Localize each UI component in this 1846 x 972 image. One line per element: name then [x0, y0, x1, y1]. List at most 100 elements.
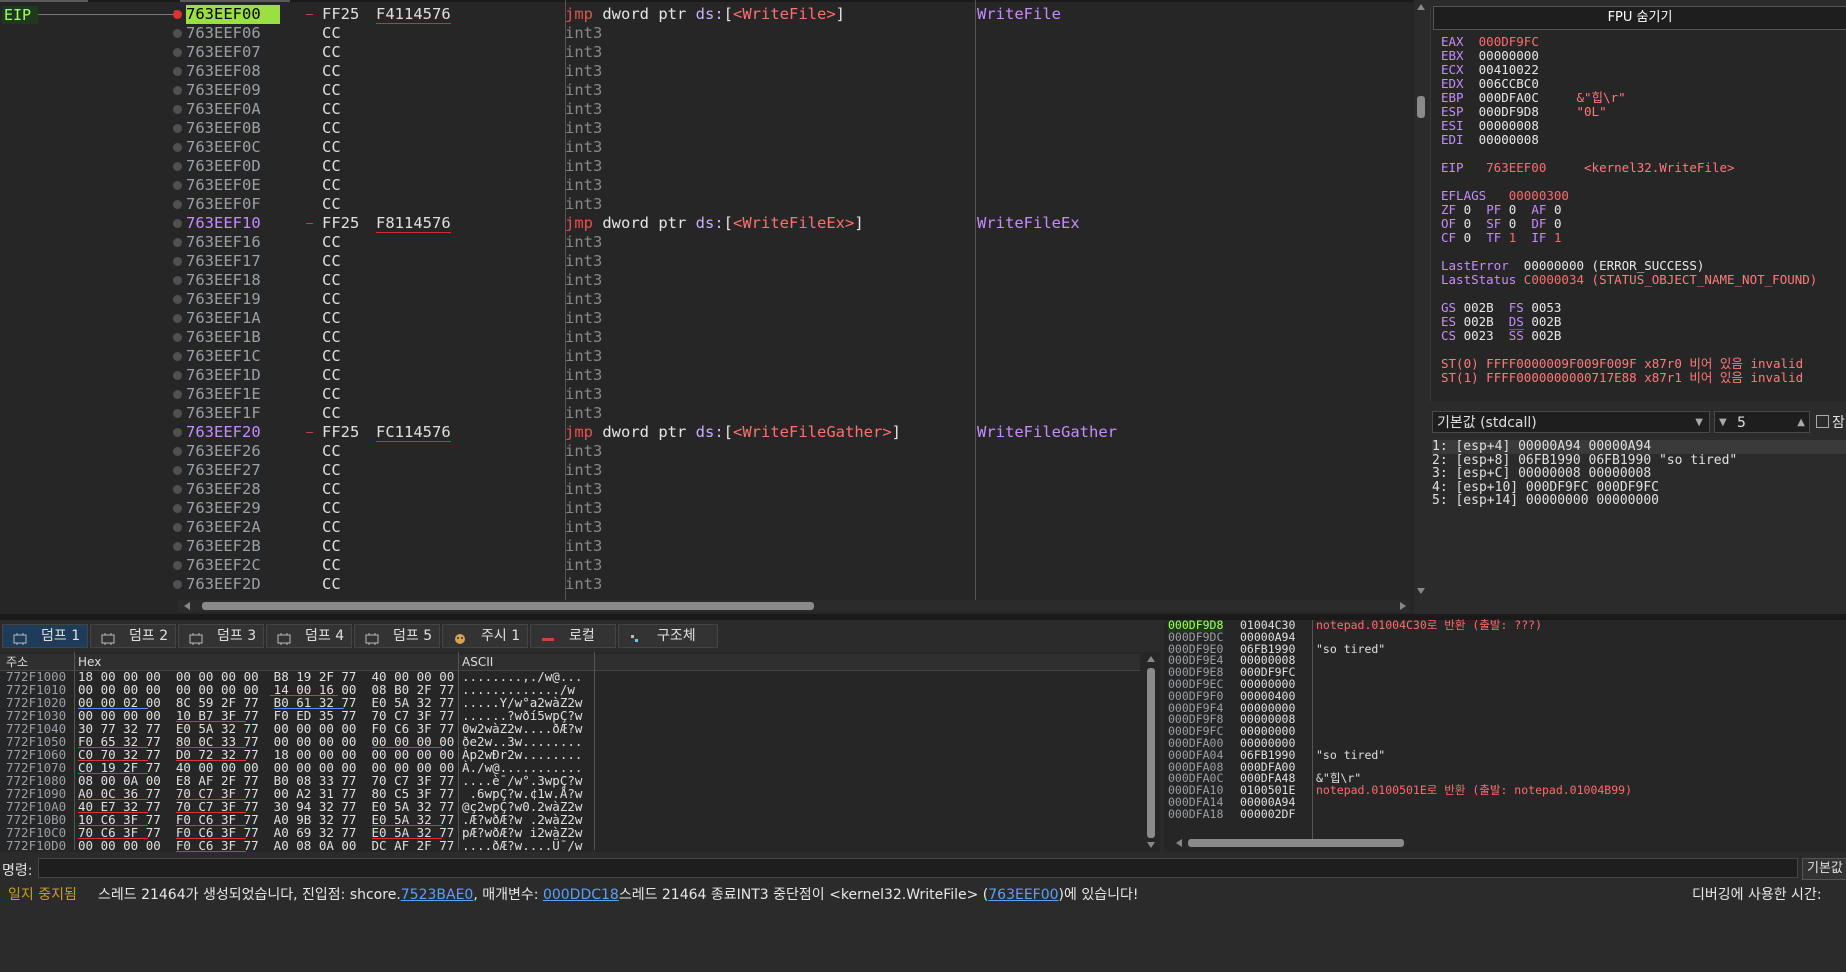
disasm-vertical-scrollbar[interactable] — [1414, 0, 1428, 600]
disasm-row[interactable]: 763EEF20 – FF25 FC114576 jmp dword ptr ds:[<… — [0, 423, 1400, 442]
disasm-row[interactable]: 763EEF2A CC int3 — [0, 518, 1400, 537]
segment-value[interactable]: 002B — [1464, 300, 1494, 315]
operand-symbol[interactable]: <WriteFileGather> — [733, 423, 892, 441]
stack-row[interactable]: 000DFA18 000002DF — [1166, 808, 1846, 821]
dump-ascii[interactable]: ....ðÆ?w....Ü¯/w — [462, 839, 582, 852]
spin-down-icon[interactable]: ▼ — [1719, 412, 1727, 434]
disasm-row[interactable]: 763EEF1A CC int3 — [0, 309, 1400, 328]
register-value[interactable]: C0000034 — [1524, 272, 1584, 287]
register-value[interactable]: 00000000 — [1479, 48, 1539, 63]
breakpoint-slot-icon[interactable] — [173, 523, 182, 532]
breakpoint-slot-icon[interactable] — [173, 504, 182, 513]
register-value[interactable]: 006CCBC0 — [1479, 76, 1539, 91]
disasm-row[interactable]: 763EEF1D CC int3 — [0, 366, 1400, 385]
breakpoint-slot-icon[interactable] — [173, 542, 182, 551]
disasm-row[interactable]: 763EEF0C CC int3 — [0, 138, 1400, 157]
stack-view[interactable]: 000DF9D8 01004C30 notepad.01004C30로 반환 (출발… — [1164, 619, 1846, 852]
hide-fpu-button[interactable]: FPU 숨기기 — [1433, 6, 1846, 30]
scroll-right-icon[interactable] — [1400, 602, 1406, 610]
spin-up-icon[interactable]: ▲ — [1797, 412, 1805, 434]
breakpoint-slot-icon[interactable] — [173, 86, 182, 95]
breakpoint-slot-icon[interactable] — [173, 428, 182, 437]
disasm-row[interactable]: 763EEF00 – FF25 F4114576 jmp dword ptr ds:[<… — [0, 5, 1400, 24]
dump-tab[interactable]: 로컬 — [530, 624, 616, 648]
scroll-up-icon[interactable] — [1417, 4, 1425, 10]
dump-row[interactable]: 772F10D0 00 00 00 00 F0 C6 3F 77 A0 08 0A… — [0, 839, 1140, 852]
command-input[interactable] — [38, 858, 1798, 878]
disasm-row[interactable]: 763EEF17 CC int3 — [0, 252, 1400, 271]
dump-header-ascii[interactable]: ASCII — [462, 654, 493, 670]
segment-value[interactable]: 0023 — [1464, 328, 1494, 343]
call-argument-row[interactable]: 5: [esp+14] 00000000 00000000 — [1432, 494, 1846, 508]
segment-value[interactable]: 002B — [1464, 314, 1494, 329]
fpu-register-value[interactable]: FFFF0000009F009F009F — [1486, 356, 1637, 371]
breakpoint-slot-icon[interactable] — [173, 67, 182, 76]
scroll-left-icon[interactable] — [184, 602, 190, 610]
breakpoint-slot-icon[interactable] — [173, 105, 182, 114]
disasm-row[interactable]: 763EEF2D CC int3 — [0, 575, 1400, 594]
operand-symbol[interactable]: <WriteFileEx> — [733, 214, 854, 232]
register-value[interactable]: 00410022 — [1479, 62, 1539, 77]
dump-hex-bytes[interactable]: 00 00 00 00 F0 C6 3F 77 A0 08 0A 00 DC A… — [78, 839, 454, 852]
command-mode-button[interactable]: 기본값 — [1802, 858, 1846, 880]
disasm-row[interactable]: 763EEF16 CC int3 — [0, 233, 1400, 252]
dump-tab[interactable]: 덤프 2 — [90, 624, 176, 648]
flag-value[interactable]: 0 — [1554, 202, 1562, 217]
disasm-row[interactable]: 763EEF1B CC int3 — [0, 328, 1400, 347]
breakpoint-slot-icon[interactable] — [173, 200, 182, 209]
disasm-vscroll-thumb[interactable] — [1417, 96, 1425, 118]
stack-hscroll-thumb[interactable] — [1188, 839, 1404, 847]
breakpoint-slot-icon[interactable] — [173, 162, 182, 171]
segment-value[interactable]: 0053 — [1531, 300, 1561, 315]
breakpoint-slot-icon[interactable] — [173, 48, 182, 57]
disasm-row[interactable]: 763EEF1E CC int3 — [0, 385, 1400, 404]
flag-value[interactable]: 1 — [1509, 230, 1517, 245]
segment-value[interactable]: 002B — [1531, 314, 1561, 329]
dump-tab[interactable]: 덤프 5 — [354, 624, 440, 648]
breakpoint-address-link[interactable]: 763EEF00 — [988, 887, 1058, 903]
disasm-row[interactable]: 763EEF2B CC int3 — [0, 537, 1400, 556]
scroll-up-icon[interactable] — [1147, 656, 1155, 662]
scroll-down-icon[interactable] — [1417, 588, 1425, 594]
register-value[interactable]: 000DFA0C — [1479, 90, 1539, 105]
dump-vertical-scrollbar[interactable] — [1144, 654, 1158, 850]
disasm-row[interactable]: 763EEF06 CC int3 — [0, 24, 1400, 43]
breakpoint-slot-icon[interactable] — [173, 561, 182, 570]
register-value[interactable]: 00000008 — [1479, 118, 1539, 133]
breakpoint-slot-icon[interactable] — [173, 314, 182, 323]
disasm-row[interactable]: 763EEF07 CC int3 — [0, 43, 1400, 62]
disasm-row[interactable]: 763EEF0A CC int3 — [0, 100, 1400, 119]
breakpoint-slot-icon[interactable] — [173, 371, 182, 380]
register-value[interactable]: 763EEF00 — [1486, 160, 1546, 175]
breakpoint-slot-icon[interactable] — [173, 352, 182, 361]
dump-header-hex[interactable]: Hex — [78, 654, 101, 670]
calling-convention-select[interactable]: 기본값 (stdcall) ▼ — [1432, 411, 1710, 433]
breakpoint-slot-icon[interactable] — [173, 333, 182, 342]
call-argument-row[interactable]: 3: [esp+C] 00000008 00000008 — [1432, 467, 1846, 481]
flag-value[interactable]: 0 — [1464, 230, 1472, 245]
register-value[interactable]: 000DF9FC — [1479, 35, 1539, 49]
dump-vscroll-thumb[interactable] — [1147, 668, 1155, 838]
disasm-row[interactable]: 763EEF19 CC int3 — [0, 290, 1400, 309]
flag-value[interactable]: 0 — [1464, 202, 1472, 217]
dump-tab[interactable]: 구조체 — [618, 624, 718, 648]
breakpoint-slot-icon[interactable] — [173, 143, 182, 152]
breakpoint-slot-icon[interactable] — [173, 580, 182, 589]
register-value[interactable]: 00000300 — [1509, 188, 1569, 203]
scroll-left-icon[interactable] — [1176, 839, 1182, 847]
flag-value[interactable]: 1 — [1554, 230, 1562, 245]
disasm-row[interactable]: 763EEF10 – FF25 F8114576 jmp dword ptr ds:[<… — [0, 214, 1400, 233]
stack-value[interactable]: 000002DF — [1240, 808, 1295, 821]
lock-arguments-checkbox[interactable] — [1816, 415, 1829, 428]
disasm-row[interactable]: 763EEF2C CC int3 — [0, 556, 1400, 575]
breakpoint-slot-icon[interactable] — [173, 181, 182, 190]
disasm-row[interactable]: 763EEF26 CC int3 — [0, 442, 1400, 461]
flag-value[interactable]: 0 — [1509, 216, 1517, 231]
disasm-row[interactable]: 763EEF09 CC int3 — [0, 81, 1400, 100]
breakpoint-slot-icon[interactable] — [173, 295, 182, 304]
register-value[interactable]: 000DF9D8 — [1479, 104, 1539, 119]
breakpoint-icon[interactable] — [173, 10, 182, 19]
fpu-register-value[interactable]: FFFF0000000000717E88 — [1486, 370, 1637, 385]
breakpoint-slot-icon[interactable] — [173, 447, 182, 456]
disasm-row[interactable]: 763EEF27 CC int3 — [0, 461, 1400, 480]
